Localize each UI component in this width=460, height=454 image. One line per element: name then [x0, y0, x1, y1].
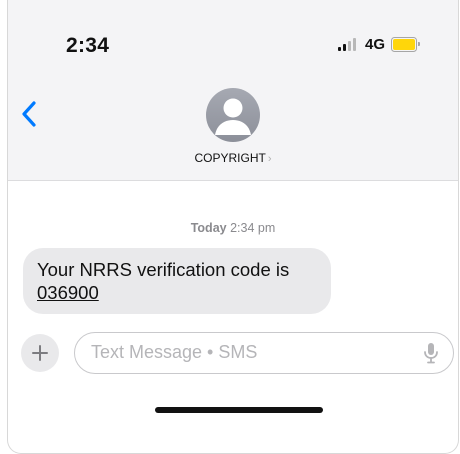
- timestamp-time: 2:34 pm: [230, 221, 276, 235]
- chevron-right-icon: ›: [267, 153, 272, 165]
- microphone-icon: [424, 343, 438, 364]
- message-text: Your NRRS verification code is: [37, 259, 290, 280]
- conversation-header: 2:34 4G COPYRIGHT ›: [8, 0, 458, 181]
- incoming-message-bubble[interactable]: Your NRRS verification code is 036900: [23, 248, 331, 314]
- messages-screen: 2:34 4G COPYRIGHT › Today 2:34 pm Your N…: [7, 0, 459, 454]
- contact-name-label: COPYRIGHT: [194, 151, 266, 165]
- battery-fill: [393, 39, 416, 50]
- network-type: 4G: [365, 36, 386, 53]
- contact-info-button[interactable]: COPYRIGHT ›: [183, 88, 283, 174]
- apps-plus-button[interactable]: [21, 334, 59, 372]
- cellular-signal-icon: [338, 38, 358, 51]
- timestamp-day: Today: [190, 221, 227, 235]
- contact-avatar: [206, 88, 260, 142]
- battery-icon: [391, 37, 421, 52]
- home-indicator[interactable]: [155, 407, 323, 413]
- plus-icon: [32, 345, 48, 361]
- chevron-left-icon: [22, 101, 36, 127]
- person-icon: [215, 98, 251, 135]
- dictation-button[interactable]: [423, 342, 439, 364]
- back-button[interactable]: [20, 100, 38, 128]
- status-time: 2:34: [66, 34, 110, 57]
- status-indicators: 4G: [338, 36, 421, 53]
- contact-name: COPYRIGHT ›: [183, 151, 283, 165]
- verification-code-link[interactable]: 036900: [37, 282, 99, 303]
- message-input[interactable]: Text Message • SMS: [74, 332, 454, 374]
- message-timestamp: Today 2:34 pm: [8, 221, 458, 235]
- message-input-placeholder: Text Message • SMS: [91, 342, 258, 362]
